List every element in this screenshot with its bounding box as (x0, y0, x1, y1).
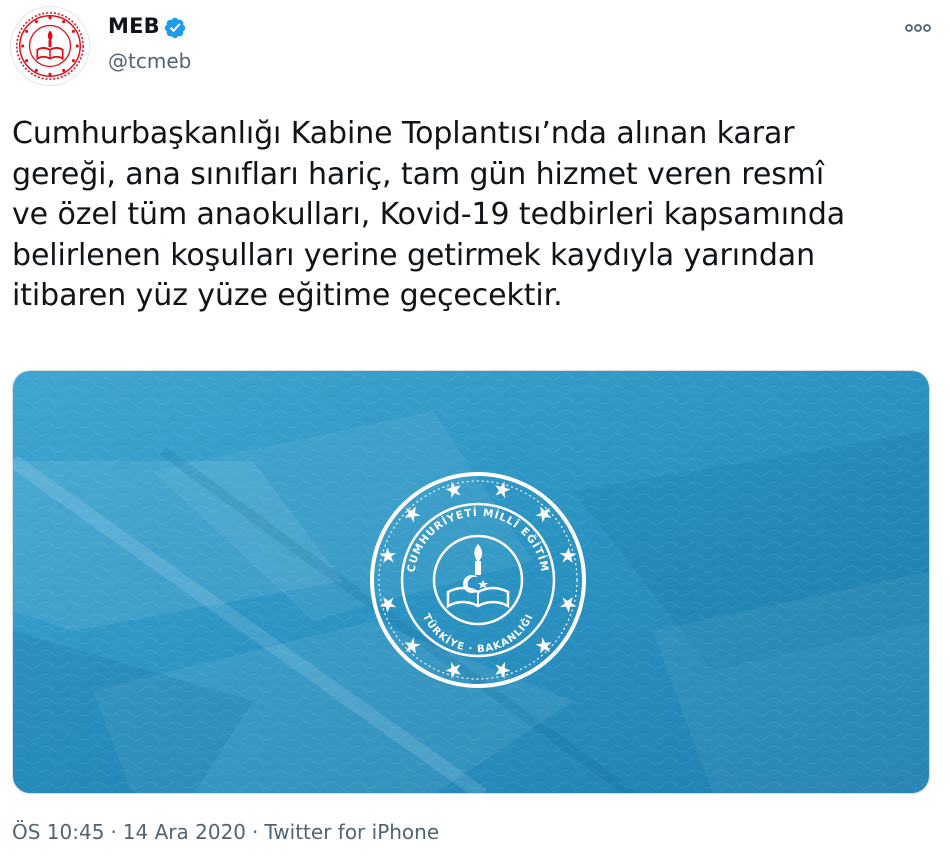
meb-logo-icon (13, 9, 87, 83)
tweet-header: MEB @tcmeb (0, 0, 950, 100)
meta-separator: · (252, 820, 259, 844)
tweet-meta: ÖS 10:45 · 14 Ara 2020 · Twitter for iPhone (12, 820, 439, 844)
author-name[interactable]: MEB (108, 14, 160, 38)
author-handle[interactable]: @tcmeb (108, 49, 191, 73)
tweet-source-link[interactable]: Twitter for iPhone (264, 820, 439, 844)
meta-separator: · (110, 820, 117, 844)
meb-seal-banner-image: CUMHURİYETİ MİLLÎ EĞİTİM TÜRKİYE · BAKAN… (13, 371, 929, 793)
verified-badge-icon (164, 17, 186, 39)
avatar[interactable] (10, 6, 90, 86)
tweet-time[interactable]: ÖS 10:45 (12, 820, 104, 844)
more-options-icon (905, 24, 931, 32)
tweet-date[interactable]: 14 Ara 2020 (123, 820, 246, 844)
tweet-text: Cumhurbaşkanlığı Kabine Toplantısı’nda a… (12, 116, 846, 313)
more-options-button[interactable] (900, 16, 936, 40)
tweet-media-image[interactable]: CUMHURİYETİ MİLLÎ EĞİTİM TÜRKİYE · BAKAN… (12, 370, 930, 794)
